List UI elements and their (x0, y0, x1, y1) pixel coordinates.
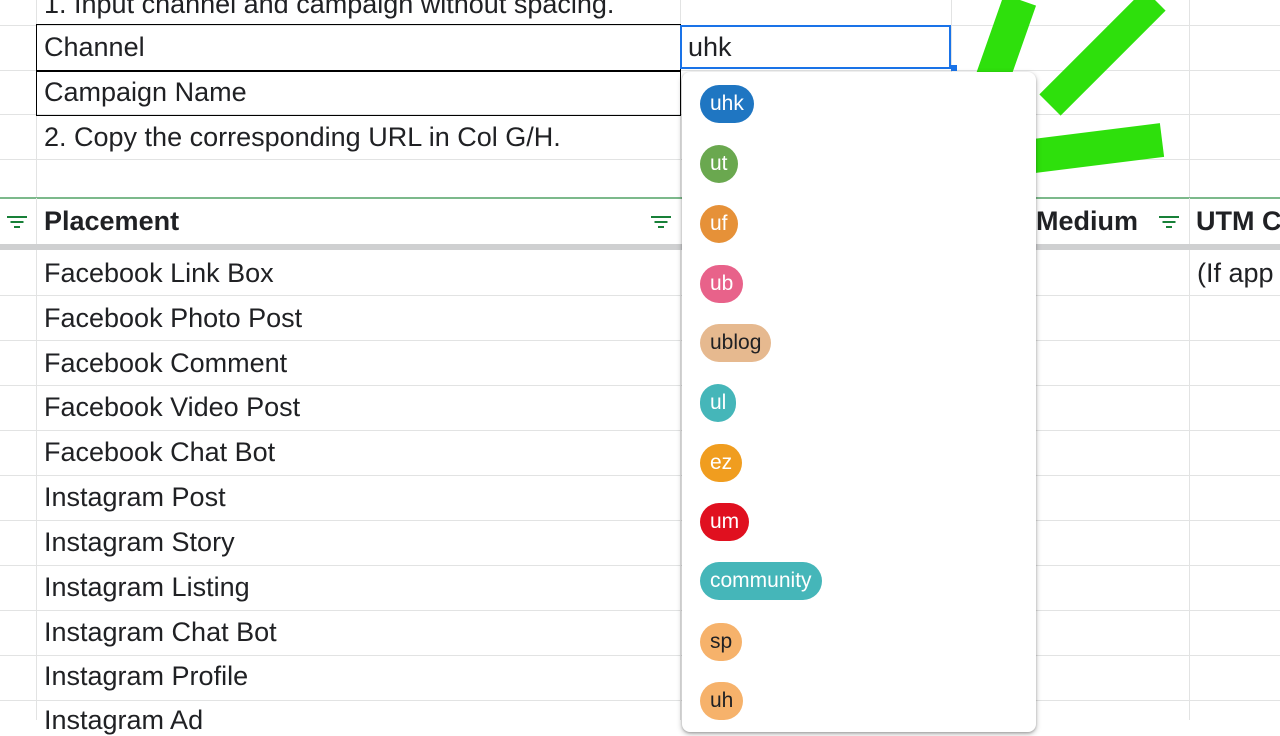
dropdown-option-chip[interactable]: um (700, 503, 750, 541)
placement-cell[interactable]: Facebook Video Post (44, 391, 300, 423)
placement-cell[interactable]: Facebook Comment (44, 347, 287, 379)
spreadsheet-grid: 1. Input channel and campaign without sp… (0, 0, 1280, 735)
column-divider (1189, 0, 1190, 720)
dropdown-option-chip[interactable]: ub (700, 265, 744, 303)
instruction-line-1[interactable]: 1. Input channel and campaign without sp… (44, 0, 614, 20)
dropdown-option-chip[interactable]: community (700, 562, 822, 600)
dropdown-option-chip[interactable]: uhk (700, 85, 754, 123)
placement-cell[interactable]: Facebook Photo Post (44, 302, 302, 334)
dropdown-option-chip[interactable]: sp (700, 623, 743, 661)
row-divider (0, 565, 1280, 566)
utm-note-cell[interactable]: (If app (1197, 257, 1274, 289)
row-divider (0, 385, 1280, 386)
row-divider (0, 520, 1280, 521)
form-box-divider (36, 70, 681, 72)
row-divider (0, 700, 1280, 701)
row-divider (0, 295, 1280, 296)
row-divider (0, 340, 1280, 341)
instruction-line-2[interactable]: 2. Copy the corresponding URL in Col G/H… (44, 121, 561, 153)
channel-input-value: uhk (688, 32, 732, 62)
column-divider (36, 198, 37, 244)
placement-header[interactable]: Placement (44, 204, 179, 238)
utm-header[interactable]: UTM C (1196, 204, 1280, 238)
column-divider (1189, 198, 1190, 244)
placement-cell[interactable]: Instagram Chat Bot (44, 616, 277, 648)
channel-input[interactable]: uhk (680, 25, 951, 69)
frozen-row-divider (0, 244, 1280, 250)
row-divider (0, 610, 1280, 611)
placement-cell[interactable]: Instagram Ad (44, 704, 203, 736)
fill-handle[interactable] (951, 65, 957, 71)
filter-range-border (0, 197, 1280, 199)
dropdown-option-chip[interactable]: uf (700, 205, 738, 243)
dropdown-option-chip[interactable]: ut (700, 145, 738, 183)
placement-cell[interactable]: Instagram Listing (44, 571, 250, 603)
medium-header[interactable]: Medium (1036, 204, 1138, 238)
dropdown-option-chip[interactable]: ublog (700, 324, 772, 362)
channel-dropdown[interactable]: uhk ut uf ub ublog ul ez um community sp… (682, 72, 1036, 732)
dropdown-option-chip[interactable]: ez (700, 444, 743, 482)
placement-cell[interactable]: Instagram Post (44, 481, 226, 513)
placement-cell[interactable]: Instagram Story (44, 526, 235, 558)
row-divider (0, 655, 1280, 656)
placement-cell[interactable]: Facebook Chat Bot (44, 436, 275, 468)
row-divider (0, 475, 1280, 476)
dropdown-option-chip[interactable]: uh (700, 682, 744, 720)
placement-cell[interactable]: Instagram Profile (44, 660, 248, 692)
filter-icon[interactable] (6, 214, 28, 230)
filter-icon[interactable] (1158, 214, 1180, 230)
row-divider (0, 430, 1280, 431)
filter-icon[interactable] (650, 214, 672, 230)
dropdown-option-chip[interactable]: ul (700, 384, 737, 422)
channel-label[interactable]: Channel (44, 31, 145, 63)
placement-cell[interactable]: Facebook Link Box (44, 257, 274, 289)
campaign-name-label[interactable]: Campaign Name (44, 76, 247, 108)
